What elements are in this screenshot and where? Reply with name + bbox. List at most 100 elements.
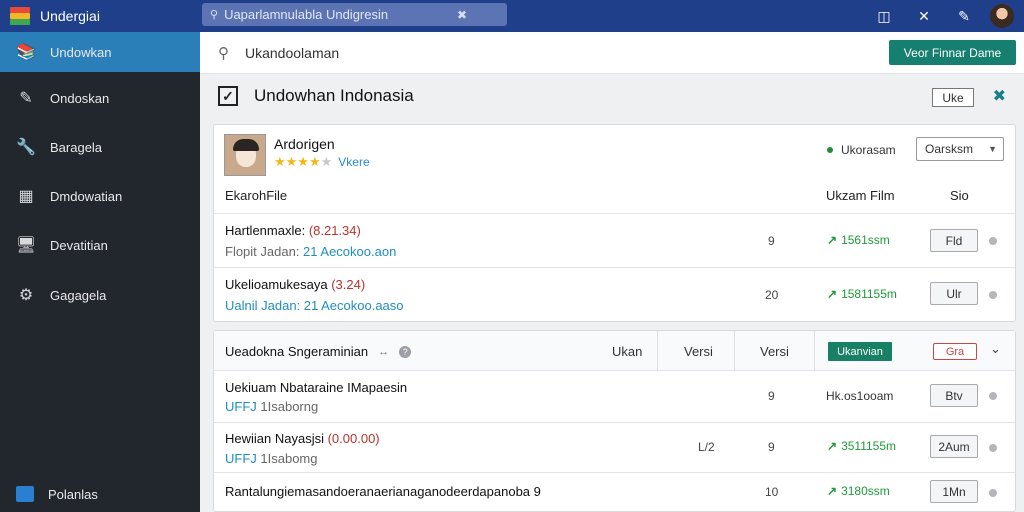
brand[interactable]: Undergiai	[0, 7, 200, 25]
sidebar-item-label: Dmdowatian	[50, 188, 123, 204]
trend-up-icon: ↗	[827, 233, 838, 247]
row-title: Rantalungiemasandoeranaerianaganodeerdap…	[225, 484, 541, 499]
sidebar-item-label: Gagagela	[50, 287, 107, 303]
sidebar-item-gagagela[interactable]: ⚙ Gagagela	[0, 275, 200, 315]
chevron-down-icon: ▼	[988, 144, 997, 154]
sidebar-item-baragela[interactable]: 🔧 Baragela	[0, 127, 200, 167]
grid-icon: ▦	[18, 188, 34, 205]
sidebar-item-label: Ondoskan	[50, 90, 110, 106]
book-icon: 📚	[16, 44, 36, 61]
chevron-down-icon[interactable]: ⌄	[990, 341, 1001, 357]
row-trend: ↗ 1561ssm	[827, 233, 890, 247]
profile-rating: ★★★★ ★ Vkere	[274, 154, 370, 170]
row-action-button[interactable]: Ulr	[930, 282, 978, 305]
row-subtitle: Ualnil Jadan: 21 Aecokoo.aaso	[225, 298, 404, 313]
content-search-bar: ⚲ Ukandoolaman Veor Finnar Dame	[200, 32, 1024, 74]
sidebar-item-label: Undowkan	[50, 44, 112, 60]
sidebar-footer-label: Polanlas	[48, 486, 98, 502]
status-badge[interactable]: Ukanvian	[828, 342, 892, 361]
row-count: 20	[765, 288, 779, 302]
row-menu-dot[interactable]	[989, 489, 997, 497]
column-header-file: EkarohFile	[225, 188, 288, 203]
monitor-icon: 🖥	[15, 237, 37, 254]
folder-icon	[16, 486, 34, 502]
content-search-input[interactable]: Ukandoolaman	[245, 45, 339, 61]
trend-up-icon: ↗	[827, 484, 838, 498]
row-menu-dot[interactable]	[989, 392, 997, 400]
primary-action-button[interactable]: Veor Finnar Dame	[889, 40, 1016, 65]
section-header: Ueadokna Sngeraminian ↔ ? Ukan Versi Ver…	[214, 331, 1015, 371]
page-title: Undowhan Indonasia	[254, 86, 414, 105]
row-count: 9	[768, 440, 775, 454]
table-row[interactable]: Ukelioamukesaya (3.24) Ualnil Jadan: 21 …	[214, 267, 1015, 321]
row-title: Ukelioamukesaya (3.24)	[225, 277, 366, 292]
sidebar-item-label: Baragela	[50, 139, 103, 155]
global-search-input[interactable]: ⚲ Uaparlamnulabla Undigresin ✖	[202, 3, 507, 26]
header-outline-button[interactable]: Uke	[932, 88, 974, 107]
sidebar-item-undowkan[interactable]: 📚 Undowkan	[0, 32, 200, 72]
profile-name: Ardorigen	[274, 136, 335, 152]
brand-name: Undergiai	[40, 8, 100, 24]
sidebar-item-ondoskan[interactable]: ✎ Ondoskan	[0, 78, 200, 118]
row-trend: Hk.os1ooam	[826, 389, 894, 403]
search-icon: ⚲	[210, 9, 219, 21]
pin-icon[interactable]: ✖	[457, 8, 467, 22]
row-menu-dot[interactable]	[989, 444, 997, 452]
profile-status: Ukorasam	[827, 143, 896, 157]
section-title: Ueadokna Sngeraminian ↔ ?	[225, 344, 412, 359]
help-icon[interactable]: ?	[399, 345, 412, 358]
wrench-icon: 🔧	[16, 139, 36, 156]
top-bar: Undergiai ⚲ Uaparlamnulabla Undigresin ✖…	[0, 0, 1024, 32]
row-title: Hartlenmaxle: (8.21.34)	[225, 223, 361, 238]
select-all-checkbox[interactable]: ✓	[218, 86, 238, 106]
row-count: 9	[768, 389, 775, 403]
sidebar-item-dmdowatian[interactable]: ▦ Dmdowatian	[0, 176, 200, 216]
global-search-value: Uaparlamnulabla Undigresin	[224, 7, 389, 22]
sidebar-footer-item[interactable]: Polanlas	[0, 476, 200, 512]
section-card: Ueadokna Sngeraminian ↔ ? Ukan Versi Ver…	[213, 330, 1016, 512]
status-dot-icon	[827, 147, 833, 153]
row-action-button[interactable]: 1Mn	[930, 480, 978, 503]
close-icon[interactable]: ✖	[993, 86, 1006, 106]
sidebar: 📚 Undowkan ✎ Ondoskan 🔧 Baragela ▦ Dmdow…	[0, 32, 200, 512]
table-row[interactable]: Hewiian Nayasjsi (0.00.00) UFFJ 1Isabomg…	[214, 422, 1015, 472]
table-row[interactable]: Rantalungiemasandoeranaerianaganodeerdap…	[214, 472, 1015, 512]
row-title: Hewiian Nayasjsi (0.00.00)	[225, 431, 380, 446]
column-header-sio: Sio	[950, 188, 969, 203]
row-trend: ↗ 3180ssm	[827, 484, 890, 498]
row-trend: ↗ 3511155m	[827, 439, 896, 453]
alert-badge[interactable]: Gra	[933, 343, 977, 360]
row-subtitle: UFFJ 1Isabomg	[225, 451, 318, 466]
layout-icon[interactable]: ◫	[864, 8, 904, 25]
arrows-icon[interactable]: ↔	[378, 346, 389, 358]
gear-icon: ⚙	[18, 287, 34, 304]
column-header-ukan: Ukan	[612, 344, 643, 359]
row-menu-dot[interactable]	[989, 237, 997, 245]
top-icons: ◫ ✕ ✎	[864, 0, 1024, 32]
column-header-versi-2: Versi	[760, 344, 789, 359]
row-action-button[interactable]: Btv	[930, 384, 978, 407]
pen-icon[interactable]: ✎	[944, 8, 984, 25]
column-header-film: Ukzam Film	[826, 188, 895, 203]
user-avatar[interactable]	[990, 4, 1014, 28]
trend-up-icon: ↗	[827, 439, 838, 453]
row-trend: ↗ 1581155m	[827, 287, 897, 301]
close-icon[interactable]: ✕	[904, 8, 944, 25]
status-text: Ukorasam	[841, 143, 896, 157]
row-action-button[interactable]: 2Aum	[930, 435, 978, 458]
rating-label[interactable]: Vkere	[338, 155, 369, 169]
sidebar-item-devatitian[interactable]: 🖥 Devatitian	[0, 225, 200, 265]
row-count: 9	[768, 234, 775, 248]
star-icon: ★★★★	[274, 154, 321, 169]
row-version: L/2	[698, 440, 715, 454]
star-empty-icon: ★	[320, 154, 333, 169]
profile-select[interactable]: Oarsksm ▼	[916, 137, 1004, 161]
row-menu-dot[interactable]	[989, 291, 997, 299]
page-header: ✓ Undowhan Indonasia Uke ✖	[200, 76, 1024, 116]
table-row[interactable]: Hartlenmaxle: (8.21.34) Flopit Jadan: 21…	[214, 213, 1015, 267]
select-value: Oarsksm	[925, 142, 973, 156]
row-subtitle: UFFJ 1Isaborng	[225, 399, 319, 414]
row-action-button[interactable]: Fld	[930, 229, 978, 252]
table-row[interactable]: Uekiuam Nbataraine IMapaesin UFFJ 1Isabo…	[214, 371, 1015, 422]
search-icon: ⚲	[218, 44, 229, 62]
